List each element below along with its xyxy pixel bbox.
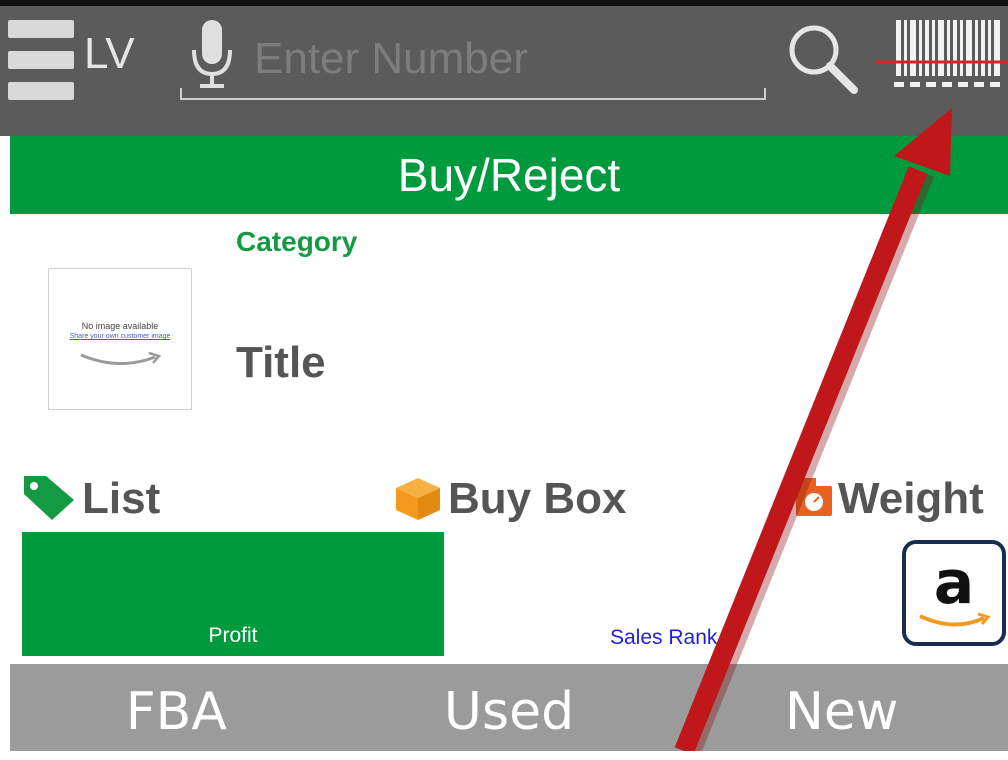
amazon-smile-icon (919, 612, 991, 627)
tab-new[interactable]: New (675, 664, 1008, 751)
weight-label: Weight (838, 474, 984, 523)
offer-tabs: FBA Used New (10, 664, 1008, 751)
amazon-button[interactable]: a (902, 540, 1006, 646)
product-thumbnail[interactable]: No image available Share your own custom… (48, 268, 192, 410)
microphone-icon[interactable] (188, 20, 236, 92)
profit-label: Profit (208, 624, 258, 647)
status-strip (0, 0, 1008, 6)
list-price-label: List (82, 474, 161, 523)
profit-panel: Profit (22, 532, 444, 656)
thumbnail-caption: No image available (81, 321, 159, 331)
product-category: Category (236, 226, 358, 257)
box-icon (396, 478, 440, 520)
menu-icon[interactable] (8, 20, 74, 100)
barcode-scanner-icon[interactable] (876, 14, 1008, 98)
buy-box-label: Buy Box (448, 474, 627, 523)
tab-fba[interactable]: FBA (10, 664, 343, 751)
amazon-icon: a (933, 548, 975, 618)
search-icon[interactable] (786, 22, 858, 94)
buy-reject-banner: Buy/Reject (10, 136, 1008, 214)
search-input[interactable] (252, 28, 756, 90)
scale-icon (796, 478, 832, 516)
product-title: Title (236, 338, 326, 387)
amazon-smile-icon (80, 351, 162, 366)
top-toolbar: LV (0, 0, 1008, 136)
thumbnail-link: Share your own customer image (69, 333, 171, 340)
banner-title: Buy/Reject (397, 149, 621, 201)
sales-rank-label: Sales Rank (610, 626, 718, 649)
app-brand: LV (84, 29, 135, 78)
search-field (180, 22, 766, 100)
price-tag-icon (24, 476, 74, 520)
tab-used[interactable]: Used (343, 664, 676, 751)
